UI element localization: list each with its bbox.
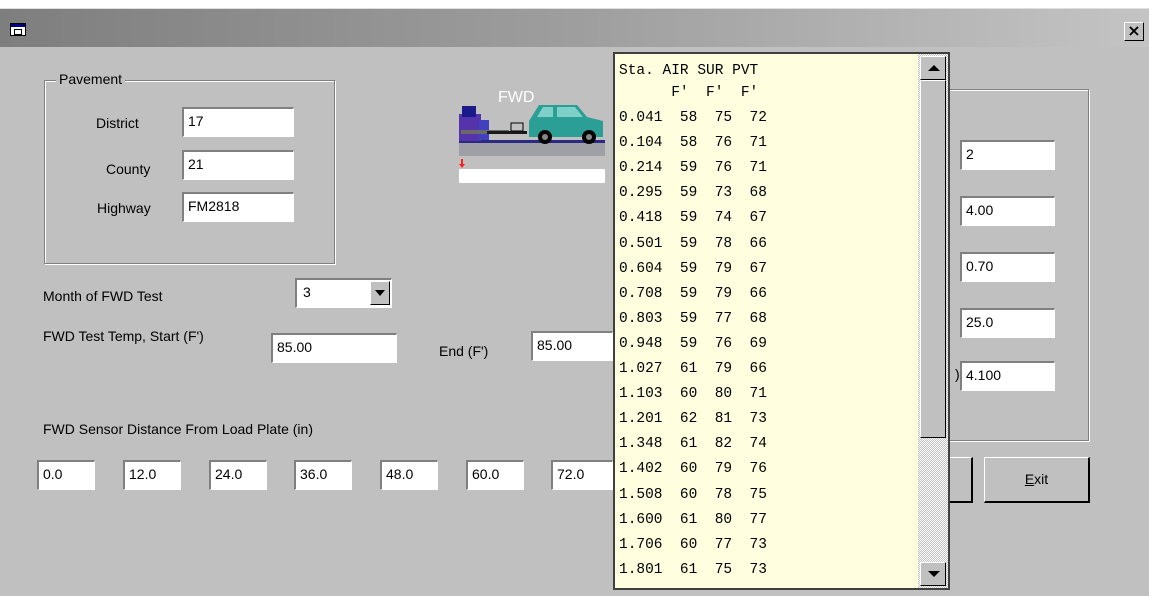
right-field-1[interactable]: 2 (960, 140, 1055, 170)
list-item[interactable]: 1.103 60 80 71 (619, 386, 767, 410)
list-item[interactable]: 0.604 59 79 67 (619, 261, 767, 285)
arrow-up-icon (928, 65, 940, 71)
sensor-distance-field-5[interactable]: 48.0 (380, 460, 438, 490)
list-item[interactable]: 1.706 60 77 73 (619, 537, 767, 561)
list-item[interactable]: 0.418 59 74 67 (619, 210, 767, 234)
list-item[interactable]: 1.600 61 80 77 (619, 512, 767, 536)
list-item[interactable]: 0.708 59 79 66 (619, 286, 767, 310)
sensor-distance-field-7[interactable]: 72.0 (551, 460, 613, 490)
scroll-down-button[interactable] (920, 562, 946, 586)
scroll-up-button[interactable] (920, 56, 946, 80)
dialog-window: × Pavement District 17 County 21 Highway… (0, 8, 1149, 596)
sensor-distance-field-3[interactable]: 24.0 (209, 460, 267, 490)
right-field-5[interactable]: 4.100 (960, 361, 1055, 391)
temp-end-field[interactable]: 85.00 (531, 331, 613, 361)
exit-button[interactable]: Exit (984, 457, 1090, 503)
month-select[interactable]: 3 (295, 278, 392, 308)
county-field[interactable]: 21 (182, 150, 294, 180)
right-field-3[interactable]: 0.70 (960, 252, 1055, 282)
sensor-distance-label: FWD Sensor Distance From Load Plate (in) (43, 421, 313, 437)
list-item[interactable]: 1.402 60 79 76 (619, 461, 767, 485)
exit-button-label: Exit (1025, 471, 1048, 487)
list-item[interactable]: 0.295 59 73 68 (619, 185, 767, 209)
district-label: District (96, 115, 139, 131)
list-item[interactable]: 0.104 58 76 71 (619, 135, 767, 159)
exit-rest: xit (1034, 471, 1049, 487)
right-field-2[interactable]: 4.00 (960, 196, 1055, 226)
title-bar: × (0, 9, 1149, 47)
pavement-group-label: Pavement (56, 71, 126, 87)
list-header-row-1: Sta. AIR SUR PVT (619, 63, 759, 79)
list-item[interactable]: 1.508 60 78 75 (619, 487, 767, 511)
highway-field[interactable]: FM2818 (182, 192, 294, 222)
exit-mnemonic: E (1024, 471, 1035, 487)
month-selected-value: 3 (303, 284, 311, 300)
list-item[interactable]: 1.801 61 75 73 (619, 562, 767, 586)
close-button[interactable]: × (1124, 22, 1144, 41)
right-field-4[interactable]: 25.0 (960, 308, 1055, 338)
chevron-down-icon (375, 290, 385, 296)
list-item[interactable]: 1.348 61 82 74 (619, 436, 767, 460)
sensor-distance-field-4[interactable]: 36.0 (294, 460, 352, 490)
sensor-distance-field-2[interactable]: 12.0 (123, 460, 181, 490)
temp-start-label: FWD Test Temp, Start (F') (43, 328, 204, 344)
list-item[interactable]: 1.201 62 81 73 (619, 411, 767, 435)
fwd-truck-logo: FWD (459, 85, 607, 185)
highway-label: Highway (97, 200, 151, 216)
list-item[interactable]: 0.803 59 77 68 (619, 311, 767, 335)
list-item[interactable]: 1.027 61 79 66 (619, 361, 767, 385)
sensor-distance-field-6[interactable]: 60.0 (466, 460, 524, 490)
list-header-row-2: F' F' F' (619, 85, 759, 101)
list-item[interactable]: 0.041 58 75 72 (619, 110, 767, 134)
temp-end-label: End (F') (439, 343, 489, 359)
arrow-down-icon (928, 571, 940, 577)
scroll-thumb[interactable] (920, 80, 946, 438)
fwd-logo-text: FWD (498, 89, 535, 106)
right-partial-label: ) (955, 366, 960, 382)
list-item[interactable]: 0.501 59 78 66 (619, 236, 767, 260)
sensor-distance-field-1[interactable]: 0.0 (37, 460, 95, 490)
list-item[interactable]: 0.214 59 76 71 (619, 160, 767, 184)
temperature-data-list[interactable]: Sta. AIR SUR PVT F' F' F' 0.041 58 75 72… (613, 52, 950, 590)
list-item[interactable]: 0.948 59 76 69 (619, 336, 767, 360)
list-scrollbar[interactable] (918, 54, 948, 588)
temp-start-field[interactable]: 85.00 (271, 333, 397, 363)
month-dropdown-button[interactable] (370, 281, 390, 305)
window-app-icon[interactable] (10, 23, 26, 36)
county-label: County (106, 161, 151, 177)
month-label: Month of FWD Test (43, 288, 163, 304)
district-field[interactable]: 17 (182, 107, 294, 137)
